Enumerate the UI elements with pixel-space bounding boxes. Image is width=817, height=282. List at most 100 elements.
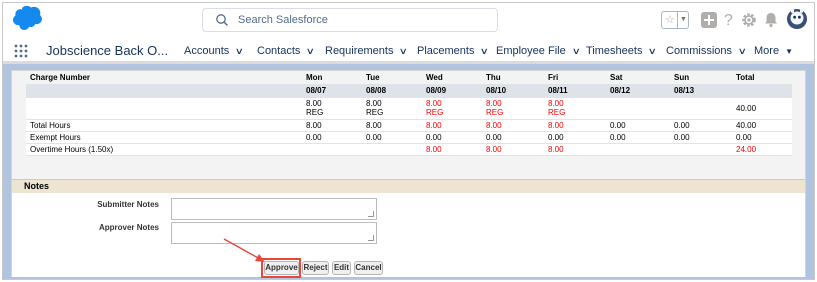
value-cell xyxy=(670,142,732,156)
cancel-button[interactable]: Cancel xyxy=(354,261,383,275)
svg-text:?: ? xyxy=(724,12,733,29)
app-launcher-icon[interactable] xyxy=(14,44,28,58)
edit-button[interactable]: Edit xyxy=(332,261,351,275)
hours-cell: 8.00 REG xyxy=(482,97,544,120)
value-cell: 0.00 xyxy=(606,131,670,144)
overtime-hours-row: Overtime Hours (1.50x) 8.00 8.00 8.00 24… xyxy=(26,142,792,156)
nav-item-timesheets[interactable]: Timesheets ∨ xyxy=(586,45,657,57)
charge-number-cell xyxy=(26,97,302,120)
setup-gear-icon[interactable] xyxy=(741,12,757,28)
date-cell: 08/08 xyxy=(362,84,422,98)
favorites-button[interactable]: ☆ ▼ xyxy=(661,11,689,29)
value-cell xyxy=(606,142,670,156)
date-cell: 08/09 xyxy=(422,84,482,98)
value-cell: 8.00 xyxy=(422,119,482,132)
column-header: Total xyxy=(732,71,792,85)
nav-item-placements[interactable]: Placements ∨ xyxy=(417,45,489,57)
action-buttons: Approve Reject Edit Cancel xyxy=(12,253,805,277)
date-cell: 08/07 xyxy=(302,84,362,98)
column-header: Thu xyxy=(482,71,544,85)
search-icon xyxy=(216,14,228,26)
approver-notes-label: Approver Notes xyxy=(98,223,159,232)
timesheet-section: Charge Number Mon Tue Wed Thu Fri Sat Su… xyxy=(26,71,792,156)
hours-cell: 8.00 REG xyxy=(422,97,482,120)
timesheet-card: Charge Number Mon Tue Wed Thu Fri Sat Su… xyxy=(11,70,806,278)
notifications-bell-icon[interactable] xyxy=(764,12,778,28)
date-cell: 08/12 xyxy=(606,84,670,98)
value-cell: 0.00 xyxy=(670,119,732,132)
row-label: Total Hours xyxy=(26,119,302,132)
nav-item-requirements[interactable]: Requirements ∨ xyxy=(325,45,408,57)
table-header-row: Charge Number Mon Tue Wed Thu Fri Sat Su… xyxy=(26,71,792,85)
nav-item-contacts[interactable]: Contacts ∨ xyxy=(257,45,315,57)
nav-item-more[interactable]: More ▼ xyxy=(754,45,793,57)
app-name: Jobscience Back O... xyxy=(46,43,169,58)
submitter-notes-field[interactable] xyxy=(171,198,377,220)
chevron-down-icon[interactable]: ∨ xyxy=(399,46,408,57)
charge-hours-row: 8.00 REG 8.00 REG 8.00 REG 8.00 REG 8.00 REG … xyxy=(26,97,792,120)
reject-button[interactable]: Reject xyxy=(302,261,329,275)
notes-section-header: Notes xyxy=(12,179,805,193)
exempt-hours-row: Exempt Hours 0.00 0.00 0.00 0.00 0.00 0.… xyxy=(26,131,792,144)
chevron-down-icon[interactable]: ∨ xyxy=(571,46,580,57)
salesforce-cloud-icon[interactable] xyxy=(8,5,42,31)
value-cell: 0.00 xyxy=(482,131,544,144)
notes-title: Notes xyxy=(24,181,50,191)
approver-notes-field[interactable] xyxy=(171,222,377,244)
column-header: Sat xyxy=(606,71,670,85)
nav-item-accounts[interactable]: Accounts ∨ xyxy=(184,45,244,57)
notes-section: Submitter Notes Approver Notes xyxy=(12,193,805,253)
total-cell: 40.00 xyxy=(732,97,792,120)
resize-handle-icon[interactable] xyxy=(368,211,374,217)
chevron-down-icon[interactable]: ∨ xyxy=(648,46,657,57)
app-nav-bar: Jobscience Back O... Accounts ∨ Contacts ∨… xyxy=(3,36,814,64)
search-placeholder: Search Salesforce xyxy=(238,14,328,26)
chevron-down-icon[interactable]: ∨ xyxy=(480,46,489,57)
chevron-down-icon[interactable]: ∨ xyxy=(738,46,747,57)
value-cell: 0.00 xyxy=(422,131,482,144)
chevron-down-icon[interactable]: ▼ xyxy=(677,12,689,28)
hours-cell xyxy=(670,97,732,120)
chevron-down-icon[interactable]: ∨ xyxy=(306,46,315,57)
favorites-star-icon: ☆ xyxy=(665,14,675,26)
nav-item-employee-file[interactable]: Employee File ∨ xyxy=(496,45,581,57)
hours-cell: 8.00 REG xyxy=(544,97,606,120)
value-cell: 8.00 xyxy=(482,142,544,156)
value-cell: 0.00 xyxy=(302,131,362,144)
help-icon[interactable]: ? xyxy=(723,11,735,29)
caret-down-icon[interactable]: ▼ xyxy=(785,47,793,56)
value-cell: 8.00 xyxy=(544,142,606,156)
row-label: Overtime Hours (1.50x) xyxy=(26,142,302,156)
annotation-arrow-icon xyxy=(223,238,265,262)
value-cell: 0.00 xyxy=(544,131,606,144)
chevron-down-icon[interactable]: ∨ xyxy=(235,46,244,57)
global-search[interactable]: Search Salesforce xyxy=(202,8,498,32)
value-cell: 0.00 xyxy=(606,119,670,132)
avatar[interactable] xyxy=(787,8,807,30)
value-cell: 0.00 xyxy=(362,131,422,144)
date-cell: 08/10 xyxy=(482,84,544,98)
date-cell: 08/11 xyxy=(544,84,606,98)
global-actions-icon[interactable] xyxy=(701,12,717,28)
column-header: Fri xyxy=(544,71,606,85)
total-hours-row: Total Hours 8.00 8.00 8.00 8.00 8.00 0.0… xyxy=(26,119,792,132)
value-cell: 8.00 xyxy=(302,119,362,132)
value-cell: 0.00 xyxy=(670,131,732,144)
global-header: Search Salesforce ☆ ▼ ? xyxy=(3,3,814,36)
value-cell: 8.00 xyxy=(482,119,544,132)
column-header: Wed xyxy=(422,71,482,85)
value-cell: 8.00 xyxy=(422,142,482,156)
date-cell: 08/13 xyxy=(670,84,732,98)
column-header: Tue xyxy=(362,71,422,85)
resize-handle-icon[interactable] xyxy=(368,235,374,241)
app-window: Search Salesforce ☆ ▼ ? Jobscience Back … xyxy=(2,2,815,280)
column-header: Sun xyxy=(670,71,732,85)
column-header: Charge Number xyxy=(26,71,302,85)
date-cell xyxy=(732,84,792,98)
row-label: Exempt Hours xyxy=(26,131,302,144)
nav-item-commissions[interactable]: Commissions ∨ xyxy=(666,45,747,57)
submitter-notes-label: Submitter Notes xyxy=(97,200,159,209)
timesheet-table: Charge Number Mon Tue Wed Thu Fri Sat Su… xyxy=(26,71,792,156)
total-cell: 24.00 xyxy=(732,142,792,156)
column-header: Mon xyxy=(302,71,362,85)
